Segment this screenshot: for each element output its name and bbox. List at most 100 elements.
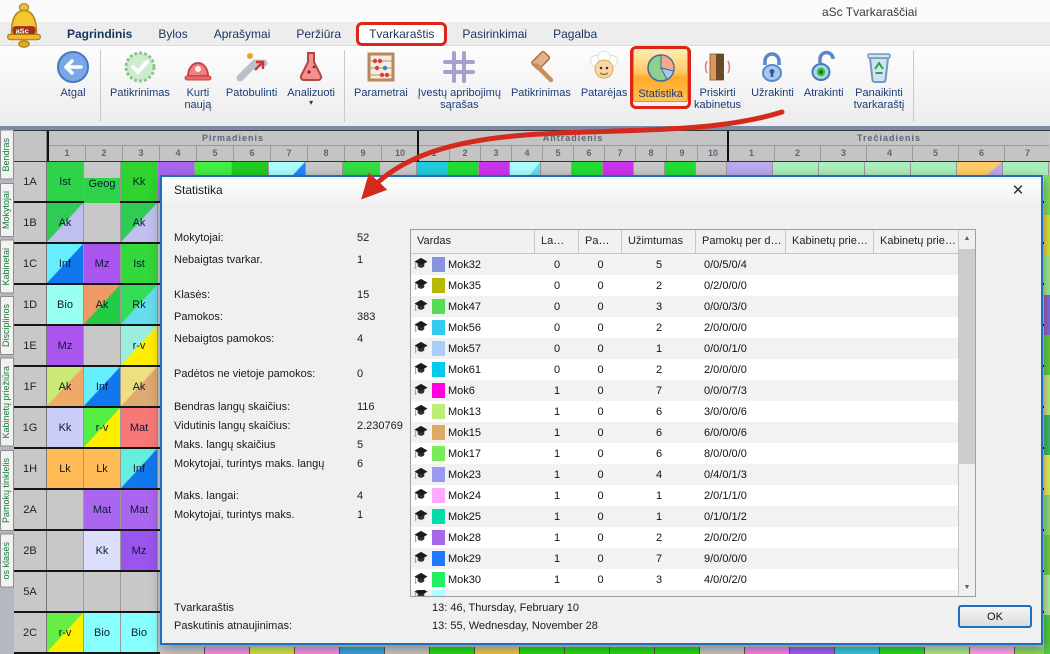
toolbar-button-patobulinti[interactable]: Patobulinti — [222, 48, 281, 100]
lesson-cell[interactable] — [84, 572, 121, 611]
class-row-label[interactable]: 1B — [14, 203, 47, 242]
column-header-kabinet-prie[interactable]: Kabinetų prie… — [786, 230, 874, 254]
sidebar-tab-bendras[interactable]: Bendras — [0, 130, 14, 180]
lesson-cell[interactable]: Inf — [84, 367, 121, 406]
table-row-mok13[interactable]: Mok131063/0/0/0/6 — [411, 401, 975, 422]
sidebar-tab-disciplinos[interactable]: Disciplinos — [0, 296, 14, 355]
class-row-label[interactable]: 2A — [14, 490, 47, 529]
class-row-label[interactable]: 1G — [14, 408, 47, 447]
toolbar-button-kurti-nauj[interactable]: Kurti naują — [176, 48, 220, 112]
menu-item-per-i-ra[interactable]: Peržiūra — [283, 24, 354, 44]
app-logo-bell-icon[interactable]: aSc — [2, 1, 46, 49]
lesson-cell[interactable]: Bio — [84, 613, 121, 652]
lesson-cell[interactable]: Mz — [84, 244, 121, 283]
sidebar-tab-kabinetai[interactable]: Kabinetai — [0, 240, 14, 294]
table-row-mok24[interactable]: Mok241012/0/1/1/0 — [411, 485, 975, 506]
lesson-cell[interactable]: Kk — [84, 531, 121, 570]
table-row-mok57[interactable]: Mok570010/0/0/1/0 — [411, 338, 975, 359]
lesson-cell[interactable]: Mz — [47, 326, 84, 365]
table-row-mok29[interactable]: Mok291079/0/0/0/0 — [411, 548, 975, 569]
class-row-label[interactable]: 1E — [14, 326, 47, 365]
period-number[interactable]: 4 — [160, 146, 197, 161]
lesson-cell[interactable]: Bio — [47, 285, 84, 324]
period-number[interactable]: 5 — [543, 146, 574, 161]
period-number[interactable]: 4 — [867, 146, 913, 161]
table-scrollbar[interactable]: ▲ ▼ — [958, 230, 975, 596]
period-number[interactable]: 6 — [574, 146, 605, 161]
sidebar-tab-os-klas-s[interactable]: os klasės — [0, 534, 14, 588]
lesson-cell[interactable]: r-v — [121, 326, 158, 365]
lesson-cell[interactable]: Inf — [121, 449, 158, 488]
sidebar-tab-kabinet-prie-i-ra[interactable]: Kabinetų priežiūra — [0, 358, 14, 447]
scroll-up-icon[interactable]: ▲ — [959, 230, 975, 247]
lesson-cell[interactable]: Ak — [84, 285, 121, 324]
close-icon[interactable]: ✕ — [1007, 181, 1029, 199]
toolbar-button-atrakinti[interactable]: Atrakinti — [800, 48, 848, 100]
period-number[interactable]: 9 — [667, 146, 698, 161]
ok-button[interactable]: OK — [958, 605, 1032, 628]
period-number[interactable]: 2 — [450, 146, 481, 161]
lesson-cell[interactable]: Rk — [121, 285, 158, 324]
table-row-mok6[interactable]: Mok61070/0/0/7/3 — [411, 380, 975, 401]
period-number[interactable]: 6 — [959, 146, 1005, 161]
lesson-cell[interactable]: Kk — [121, 162, 158, 201]
toolbar-button-patar-jas[interactable]: Patarėjas — [577, 48, 631, 100]
lesson-cell[interactable] — [47, 572, 84, 611]
lesson-cell[interactable]: Mat — [121, 408, 158, 447]
lesson-cell[interactable]: Ist — [47, 162, 84, 201]
lesson-cell[interactable]: Inf — [47, 244, 84, 283]
period-number[interactable]: 5 — [913, 146, 959, 161]
column-header-la[interactable]: La… — [535, 230, 579, 254]
period-number[interactable]: 7 — [605, 146, 636, 161]
table-row-mok35[interactable]: Mok350020/2/0/0/0 — [411, 275, 975, 296]
column-header-pamok-per-d[interactable]: Pamokų per d… — [696, 230, 786, 254]
toolbar-button-atgal[interactable]: Atgal — [51, 48, 95, 100]
period-number[interactable]: 2 — [775, 146, 821, 161]
table-row-mok56[interactable]: Mok560022/0/0/0/0 — [411, 317, 975, 338]
column-header-kabinet-prie[interactable]: Kabinetų prie… — [874, 230, 960, 254]
column-header-vardas[interactable]: Vardas — [411, 230, 535, 254]
table-row-mok15[interactable]: Mok151066/0/0/0/6 — [411, 422, 975, 443]
lesson-cell[interactable]: Ak — [47, 367, 84, 406]
class-row-label[interactable]: 1F — [14, 367, 47, 406]
lesson-cell[interactable]: r-v — [47, 613, 84, 652]
lesson-cell[interactable] — [47, 531, 84, 570]
class-row-label[interactable]: 2B — [14, 531, 47, 570]
menu-item-bylos[interactable]: Bylos — [145, 24, 200, 44]
lesson-cell[interactable] — [84, 203, 121, 242]
class-row-label[interactable]: 1C — [14, 244, 47, 283]
menu-item-pagrindinis[interactable]: Pagrindinis — [54, 24, 145, 44]
lesson-cell[interactable]: Ak — [121, 203, 158, 242]
period-number[interactable]: 3 — [821, 146, 867, 161]
class-row-label[interactable]: 1D — [14, 285, 47, 324]
chevron-down-icon[interactable]: ▾ — [309, 99, 313, 107]
dialog-title-bar[interactable]: Statistika ✕ — [162, 177, 1041, 203]
period-number[interactable]: 2 — [86, 146, 123, 161]
period-number[interactable]: 10 — [698, 146, 729, 161]
table-row-mok28[interactable]: Mok281022/0/0/2/0 — [411, 527, 975, 548]
class-row-label[interactable]: 5A — [14, 572, 47, 611]
class-row-label[interactable]: 1A — [14, 162, 47, 201]
period-number[interactable]: 6 — [234, 146, 271, 161]
lesson-cell[interactable] — [47, 490, 84, 529]
toolbar-button-u-rakinti[interactable]: Užrakinti — [747, 48, 798, 100]
period-number[interactable]: 4 — [512, 146, 543, 161]
toolbar-button-patikrinimas[interactable]: Patikrinimas — [507, 48, 575, 100]
scrollbar-thumb[interactable] — [959, 249, 975, 464]
lesson-cell[interactable]: Ak — [121, 367, 158, 406]
table-row-mok23[interactable]: Mok231040/4/0/1/3 — [411, 464, 975, 485]
period-number[interactable]: 8 — [636, 146, 667, 161]
menu-item-pagalba[interactable]: Pagalba — [540, 24, 610, 44]
period-number[interactable]: 5 — [197, 146, 234, 161]
period-number[interactable]: 1 — [49, 146, 86, 161]
period-number[interactable]: 10 — [382, 146, 419, 161]
column-header-u-imtumas[interactable]: Užimtumas — [622, 230, 696, 254]
toolbar-button-parametrai[interactable]: Parametrai — [350, 48, 412, 100]
period-number[interactable]: 1 — [729, 146, 775, 161]
lesson-cell[interactable]: r-v — [84, 408, 121, 447]
sidebar-tab-pamok-tinklelis[interactable]: Pamokų tinklelis — [0, 450, 14, 531]
column-header-pa[interactable]: Pa… — [579, 230, 622, 254]
toolbar-button-vest-apribojim-s-ra-as[interactable]: Įvestų apribojimų sąrašas — [414, 48, 505, 112]
lesson-cell[interactable]: Mat — [84, 490, 121, 529]
period-number[interactable]: 3 — [481, 146, 512, 161]
